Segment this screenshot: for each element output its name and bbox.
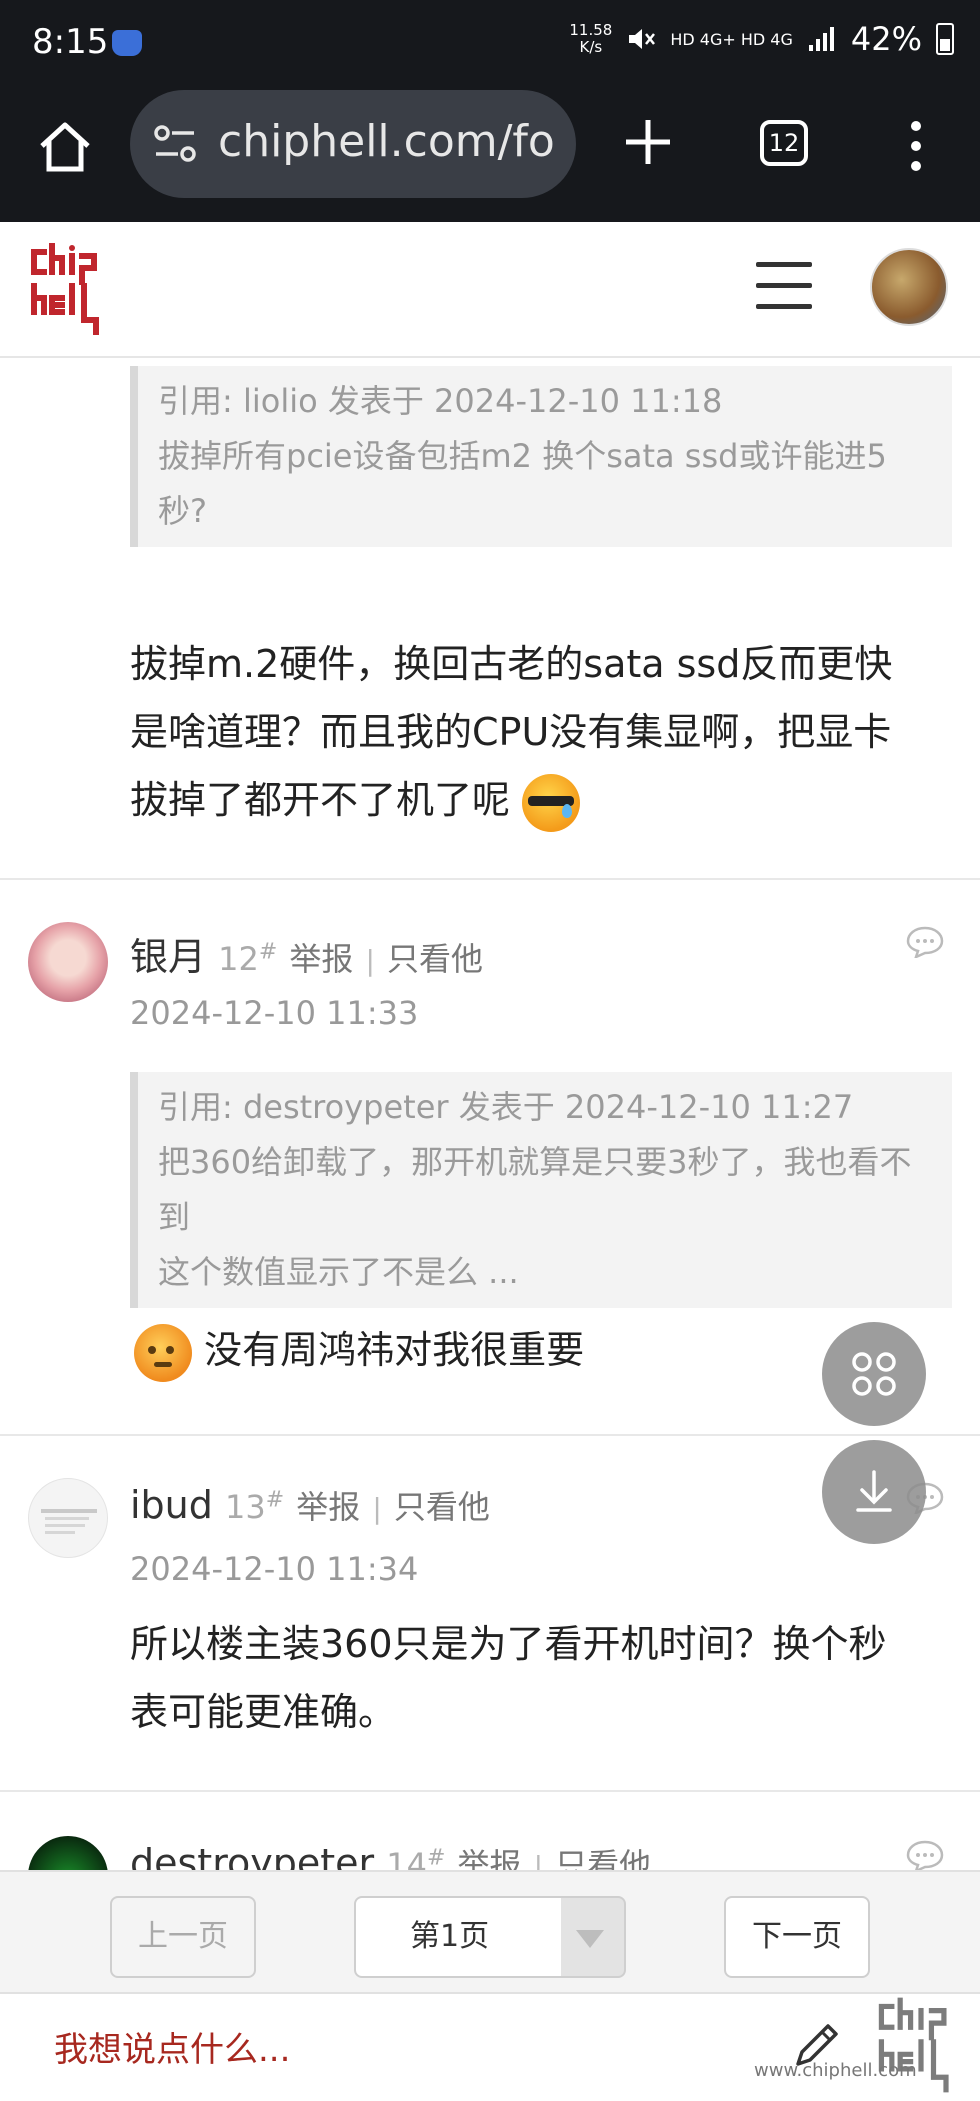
floor-mark: # [258, 939, 278, 965]
grid-icon [852, 1352, 896, 1396]
next-page-button[interactable]: 下一页 [724, 1896, 870, 1978]
floor-value: 14 [386, 1846, 427, 1870]
prev-page-button[interactable]: 上一页 [110, 1896, 256, 1978]
post-author-row: 银月 12# 举报 | 只看他 [130, 926, 483, 981]
floor-value: 12 [218, 940, 259, 978]
post-body: 所以楼主装360只是为了看开机时间？换个秒 表可能更准确。 [130, 1610, 950, 1746]
author-name[interactable]: destroypeter [130, 1841, 374, 1870]
author-name[interactable]: ibud [130, 1483, 213, 1527]
page-select-value: 第1页 [410, 1919, 490, 1954]
quote-body-line: 这个数值显示了不是么 ... [158, 1253, 519, 1291]
plus-icon[interactable] [618, 112, 678, 172]
user-avatar[interactable] [870, 248, 948, 326]
post-author-row: destroypeter 14# 举报 | 只看他 [130, 1840, 651, 1870]
post-date: 2024-12-10 11:34 [130, 1550, 419, 1588]
quote-block: 引用: destroypeter 发表于 2024-12-10 11:27 把3… [130, 1072, 952, 1308]
post-divider [0, 878, 980, 880]
pagination-bar: 上一页 第1页 下一页 [0, 1870, 980, 1992]
author-name[interactable]: 银月 [130, 935, 206, 979]
quote-block: 引用: liolio 发表于 2024-12-10 11:18 拔掉所有pcie… [130, 366, 952, 547]
network-speed: 11.58 K/s [569, 22, 612, 56]
download-button[interactable] [822, 1440, 926, 1544]
avatar-image [41, 1509, 97, 1534]
avatar[interactable] [28, 1836, 108, 1870]
site-settings-icon[interactable] [152, 122, 198, 166]
comment-icon[interactable] [906, 926, 944, 958]
status-bar: 8:15 11.58 K/s HD 4G+ HD 4G 42% [0, 0, 980, 88]
quick-nav-button[interactable] [822, 1322, 926, 1426]
post-body-line: 表可能更准确。 [130, 1690, 397, 1734]
post-body: 拔掉m.2硬件，换回古老的sata ssd反而更快 是啥道理？而且我的CPU没有… [130, 630, 950, 834]
only-author-link[interactable]: 只看他 [394, 1488, 490, 1526]
separator: | [365, 944, 375, 977]
post-author-row: ibud 13# 举报 | 只看他 [130, 1482, 490, 1528]
network-speed-unit: K/s [579, 38, 603, 56]
signal-icon [808, 27, 834, 51]
mute-icon [629, 29, 656, 49]
avatar[interactable] [28, 922, 108, 1002]
notification-cat-icon [112, 30, 142, 56]
reply-bar: 我想说点什么... www.chiphell.com [0, 1992, 980, 2101]
separator: | [533, 1850, 544, 1870]
post-body-line: 所以楼主装360只是为了看开机时间？换个秒 [130, 1622, 887, 1666]
status-indicators: 11.58 K/s HD 4G+ HD 4G 42% [569, 20, 954, 58]
watermark-logo [878, 1997, 949, 2093]
watermark-text: www.chiphell.com [754, 2060, 917, 2081]
only-author-link[interactable]: 只看他 [387, 940, 483, 978]
menu-icon[interactable] [756, 262, 812, 312]
status-time: 8:15 [32, 22, 109, 62]
floor-number: 13# [224, 1487, 285, 1526]
post-body-text: 拔掉了都开不了机了呢 [130, 778, 511, 822]
reply-input[interactable]: 我想说点什么... [54, 2022, 290, 2071]
post-body-line: 拔掉了都开不了机了呢 [130, 766, 950, 834]
url-text: chiphell.com/fo [218, 116, 555, 167]
quote-body: 拔掉所有pcie设备包括m2 换个sata ssd或许能进5秒? [158, 437, 887, 530]
floor-value: 13 [224, 1488, 266, 1526]
post-divider [0, 1434, 980, 1436]
more-vert-icon[interactable] [896, 118, 936, 174]
only-author-link[interactable]: 只看他 [555, 1846, 651, 1870]
sweat-cool-emoji-icon [522, 773, 581, 832]
thinking-emoji-icon [134, 1323, 192, 1382]
report-link[interactable]: 举报 [289, 940, 353, 978]
page-select[interactable]: 第1页 [354, 1896, 626, 1978]
post-body-line: 拔掉m.2硬件，换回古老的sata ssd反而更快 [130, 642, 893, 686]
battery-level: 42% [850, 20, 922, 58]
address-bar[interactable]: chiphell.com/fo [130, 90, 576, 198]
chiphell-logo[interactable] [30, 242, 114, 338]
report-link[interactable]: 举报 [296, 1488, 360, 1526]
network-speed-value: 11.58 [569, 21, 613, 39]
post-divider [0, 1790, 980, 1792]
battery-icon [936, 23, 954, 55]
quote-header: 引用: liolio 发表于 2024-12-10 11:18 [158, 382, 723, 420]
thread-content: 引用: liolio 发表于 2024-12-10 11:18 拔掉所有pcie… [0, 358, 980, 1870]
floor-mark: # [426, 1845, 446, 1870]
quote-header: 引用: destroypeter 发表于 2024-12-10 11:27 [158, 1088, 854, 1126]
chevron-down-icon [576, 1930, 604, 1948]
avatar[interactable] [28, 1478, 108, 1558]
tabs-icon[interactable]: 12 [760, 120, 808, 166]
post-date: 2024-12-10 11:33 [130, 994, 419, 1032]
download-icon [856, 1470, 892, 1512]
separator: | [372, 1492, 382, 1525]
home-icon[interactable] [36, 118, 94, 176]
post-body-text: 没有周鸿祎对我很重要 [204, 1328, 585, 1372]
signal-labels: HD 4G+ HD 4G [670, 29, 793, 49]
site-header [0, 222, 980, 358]
post-body-line: 是啥道理？而且我的CPU没有集显啊，把显卡 [130, 710, 892, 754]
report-link[interactable]: 举报 [457, 1846, 521, 1870]
quote-body-line: 把360给卸载了，那开机就算是只要3秒了，我也看不到 [158, 1143, 912, 1236]
floor-mark: # [265, 1487, 285, 1513]
floor-number: 14# [386, 1845, 446, 1870]
floor-number: 12# [218, 939, 278, 978]
browser-toolbar: chiphell.com/fo 12 [0, 88, 980, 222]
comment-icon[interactable] [906, 1840, 944, 1870]
